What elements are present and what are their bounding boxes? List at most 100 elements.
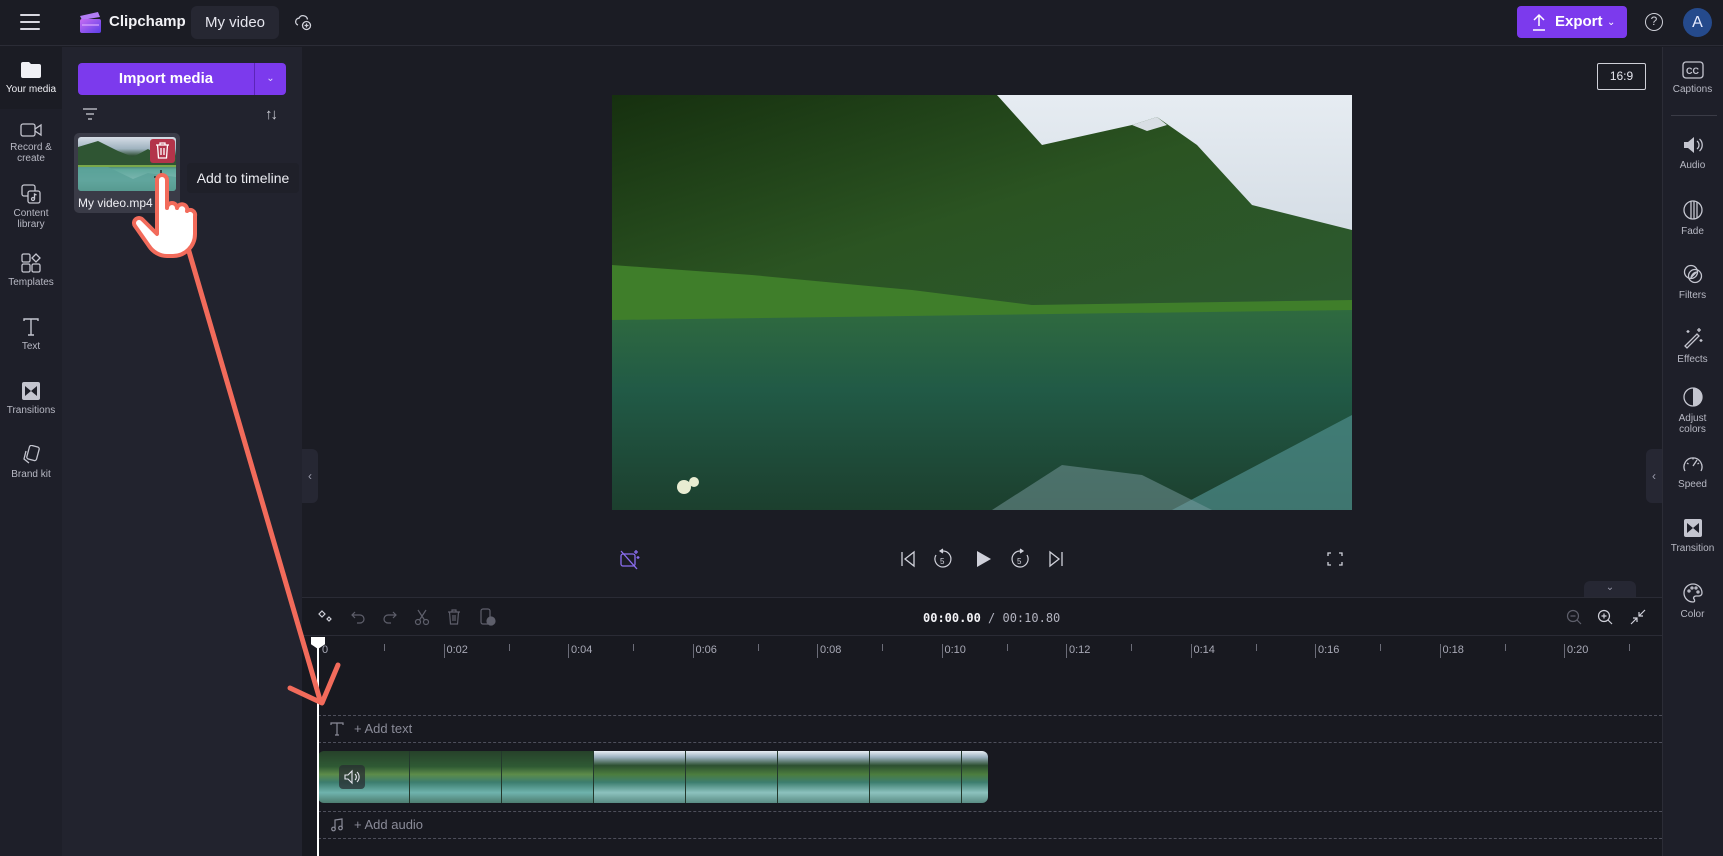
ruler-label: 0:18: [1442, 644, 1464, 656]
import-media-button[interactable]: Import media: [78, 63, 254, 95]
ruler-minor-tick: [1629, 644, 1631, 651]
property-filters[interactable]: Filters: [1662, 263, 1723, 301]
ruler-label: 0:20: [1567, 644, 1589, 656]
sidebar-item-brand-kit[interactable]: Brand kit: [0, 445, 62, 480]
collapse-left-panel-button[interactable]: ‹: [302, 449, 318, 503]
brand-kit-icon: [23, 445, 40, 464]
sidebar-item-label: Text: [21, 341, 41, 352]
avatar[interactable]: A: [1683, 8, 1712, 37]
sidebar-item-label: Brand kit: [11, 469, 51, 480]
play-icon[interactable]: [972, 548, 994, 570]
skip-to-end-icon[interactable]: [1047, 548, 1065, 570]
export-button[interactable]: Export ⌄: [1517, 6, 1627, 38]
clip-frame: [594, 751, 686, 803]
property-audio[interactable]: Audio: [1662, 135, 1723, 171]
zoom-in-icon[interactable]: [1596, 608, 1614, 626]
property-effects[interactable]: Effects: [1662, 327, 1723, 365]
transition-icon: [1683, 519, 1702, 537]
export-label: Export: [1555, 13, 1603, 30]
collapse-right-panel-button[interactable]: ‹: [1646, 449, 1662, 503]
property-speed[interactable]: Speed: [1662, 454, 1723, 490]
property-adjust-colors[interactable]: Adjust colors: [1662, 386, 1723, 435]
ruler-label: 0:10: [944, 644, 966, 656]
ruler-tick: [1066, 644, 1067, 658]
redo-icon[interactable]: [381, 608, 399, 626]
collapse-timeline-button[interactable]: ⌄: [1584, 581, 1636, 597]
forward-5s-icon[interactable]: 5: [1009, 548, 1031, 570]
sidebar-item-label: Your media: [5, 84, 57, 95]
ruler-tick: [1439, 644, 1441, 658]
clip-frame: [962, 751, 988, 803]
add-text-button[interactable]: + Add text: [354, 721, 412, 736]
undo-icon[interactable]: [349, 608, 367, 626]
timecode: 00:00.00 / 00:10.80: [923, 611, 1060, 625]
magic-preview-off-icon[interactable]: [619, 548, 641, 570]
clipchamp-logo-icon: [80, 12, 101, 33]
cloud-sync-icon[interactable]: [294, 13, 312, 31]
ruler-tick: [1190, 644, 1192, 658]
import-options-chevron-icon[interactable]: ⌄: [254, 63, 286, 95]
palette-icon: [1682, 583, 1703, 603]
sidebar-item-record-create[interactable]: Record & create: [0, 122, 62, 164]
clip-frame: [778, 751, 870, 803]
add-audio-button[interactable]: + Add audio: [354, 817, 423, 832]
ruler-label: 0:16: [1318, 644, 1340, 656]
delete-icon[interactable]: [445, 608, 463, 626]
video-clip[interactable]: [318, 751, 988, 803]
clip-volume-button[interactable]: [339, 765, 365, 789]
fit-timeline-icon[interactable]: [1629, 608, 1647, 626]
ruler-tick: [817, 644, 818, 658]
property-fade[interactable]: Fade: [1662, 199, 1723, 237]
magic-tools-icon[interactable]: [316, 608, 334, 626]
aspect-ratio-button[interactable]: 16:9: [1597, 63, 1646, 90]
sidebar-item-your-media[interactable]: Your media: [0, 60, 62, 95]
property-color[interactable]: Color: [1662, 582, 1723, 620]
property-label: Transition: [1670, 543, 1715, 554]
preview-frame-image: [612, 95, 1352, 510]
menu-icon[interactable]: [20, 14, 40, 30]
ruler-minor-tick: [757, 644, 759, 651]
audio-track[interactable]: + Add audio: [318, 811, 1662, 839]
ruler-minor-tick: [1380, 644, 1382, 651]
ruler-minor-tick: [1504, 644, 1506, 651]
upload-icon: [1533, 13, 1545, 31]
property-label: Filters: [1678, 290, 1707, 301]
add-to-timeline-plus-icon[interactable]: [152, 168, 170, 186]
speedometer-icon: [1682, 457, 1703, 472]
property-label: Speed: [1678, 479, 1707, 490]
property-transition[interactable]: Transition: [1662, 518, 1723, 554]
trash-icon: [156, 142, 169, 159]
speaker-icon: [344, 769, 360, 785]
chevron-down-icon: ⌄: [1607, 17, 1616, 28]
sort-icon[interactable]: ↑↓: [265, 106, 285, 123]
filter-icon[interactable]: [82, 108, 98, 120]
sidebar-item-content-library[interactable]: Content library: [0, 184, 62, 230]
tooltip-add-to-timeline: Add to timeline: [187, 163, 299, 193]
rewind-5s-icon[interactable]: 5: [932, 548, 954, 570]
zoom-out-icon[interactable]: [1565, 608, 1583, 626]
sidebar-item-templates[interactable]: Templates: [0, 253, 62, 288]
help-icon[interactable]: ?: [1645, 13, 1663, 31]
text-icon: [23, 318, 39, 336]
property-captions[interactable]: CC Captions: [1662, 61, 1723, 95]
magic-wand-icon: [1683, 328, 1702, 349]
skip-to-start-icon[interactable]: [899, 548, 917, 570]
ruler-tick: [941, 644, 943, 658]
project-title[interactable]: My video: [191, 6, 279, 39]
split-scissors-icon[interactable]: [413, 608, 431, 626]
ruler-label: 0:06: [695, 644, 717, 656]
sidebar-item-label-line2: create: [17, 153, 45, 164]
ruler-label: 0:04: [571, 644, 593, 656]
duplicate-icon[interactable]: [478, 608, 496, 626]
ruler-minor-tick: [633, 644, 635, 651]
sidebar-item-transitions[interactable]: Transitions: [0, 381, 62, 416]
playhead[interactable]: [317, 638, 319, 856]
sidebar-item-text[interactable]: Text: [0, 317, 62, 352]
ruler-minor-tick: [1255, 644, 1257, 651]
svg-text:5: 5: [1017, 557, 1022, 566]
fullscreen-icon[interactable]: [1325, 548, 1345, 570]
property-label-line2: colors: [1679, 424, 1706, 435]
clip-frame: [410, 751, 502, 803]
delete-media-button[interactable]: [150, 139, 175, 163]
text-track[interactable]: + Add text: [318, 715, 1662, 743]
